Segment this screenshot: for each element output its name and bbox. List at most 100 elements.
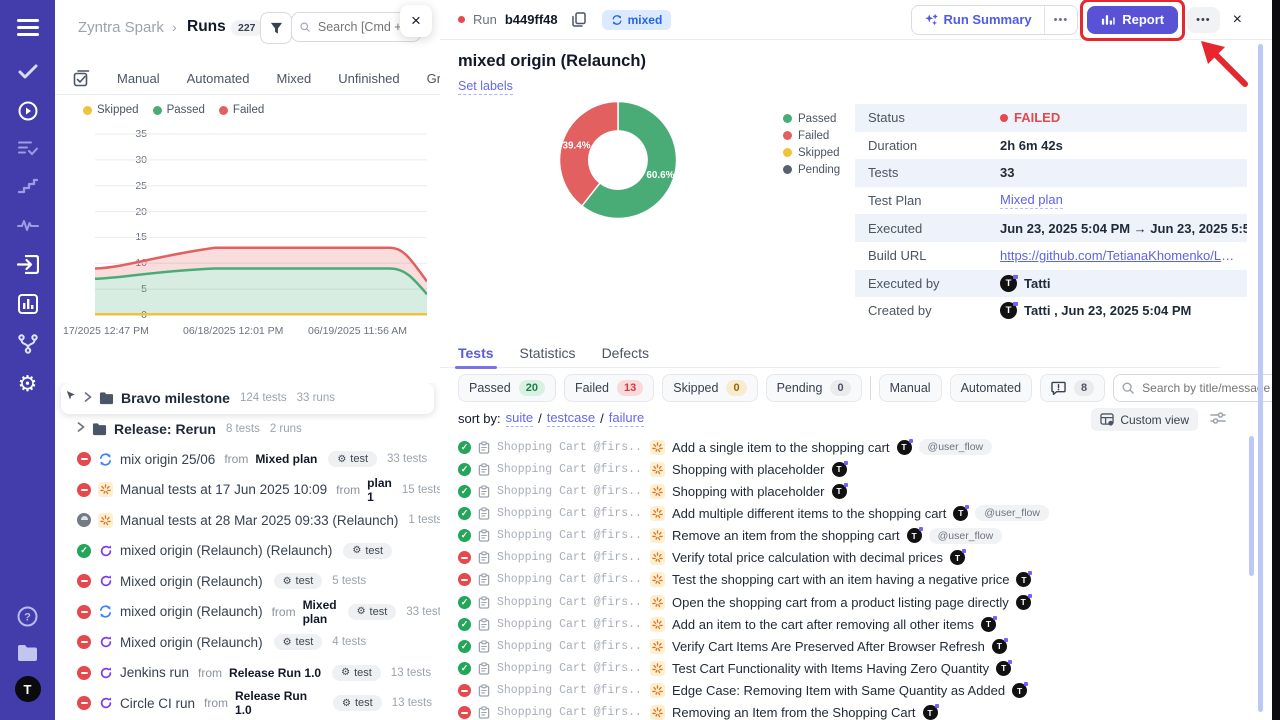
test-list-item[interactable]: Shopping Cart @firs...Verify Cart Items … bbox=[458, 635, 1220, 657]
test-list-item[interactable]: Shopping Cart @firs...Add a single item … bbox=[458, 436, 1220, 458]
copy-run-id-button[interactable] bbox=[572, 12, 586, 27]
run-list-item[interactable]: Bravo milestone124 tests33 runs bbox=[61, 383, 434, 414]
run-list-item[interactable]: Manual tests at 17 Jun 2025 10:09frompla… bbox=[55, 475, 440, 506]
run-list-item[interactable]: mixed origin (Relaunch) (Relaunch)⚙test bbox=[55, 536, 440, 567]
filter-skipped-button[interactable]: Skipped0 bbox=[662, 374, 757, 402]
tab-automated[interactable]: Automated bbox=[187, 71, 250, 86]
test-list-item[interactable]: Shopping Cart @firs...Shopping with plac… bbox=[458, 458, 1220, 480]
run-tag-pill: ⚙test bbox=[274, 634, 323, 650]
run-list-item[interactable]: Mixed origin (Relaunch)⚙test5 tests bbox=[55, 566, 440, 597]
user-avatar: T bbox=[1000, 302, 1017, 319]
detail-row-test-plan: Test PlanMixed plan bbox=[855, 187, 1247, 215]
run-list-item[interactable]: mixed origin (Relaunch)fromMixed plan⚙te… bbox=[55, 597, 440, 628]
detail-value: Mixed plan bbox=[1000, 192, 1063, 209]
test-list-item[interactable]: Shopping Cart @firs...Add an item to the… bbox=[458, 613, 1220, 635]
test-list-item[interactable]: Shopping Cart @firs...Open the shopping … bbox=[458, 591, 1220, 613]
tab-manual[interactable]: Manual bbox=[117, 71, 160, 86]
copy-icon bbox=[572, 12, 586, 27]
runs-search-input[interactable] bbox=[316, 19, 412, 35]
tasks-icon[interactable] bbox=[0, 64, 55, 80]
donut-legend-item-pending: Pending bbox=[783, 161, 840, 178]
x-tick: 06/18/2025 12:01 PM bbox=[183, 325, 283, 337]
steps-icon[interactable] bbox=[0, 178, 55, 194]
settings-icon[interactable]: ⚙ bbox=[0, 371, 55, 397]
run-list-item[interactable]: Circle CI runfromRelease Run 1.0⚙test13 … bbox=[55, 688, 440, 719]
set-labels-link[interactable]: Set labels bbox=[458, 79, 513, 95]
run-list-item[interactable]: Manual tests at 28 Mar 2025 09:33 (Relau… bbox=[55, 505, 440, 536]
sort-by-failure-link[interactable]: failure bbox=[609, 410, 644, 427]
run-summary-button[interactable]: Run Summary bbox=[912, 6, 1044, 34]
gear-icon: ⚙ bbox=[283, 637, 292, 648]
breadcrumb-project[interactable]: Zyntra Spark bbox=[78, 19, 164, 36]
detail-value: FAILED bbox=[1000, 110, 1060, 125]
test-list-item[interactable]: Shopping Cart @firs...Add multiple diffe… bbox=[458, 502, 1220, 524]
custom-view-button[interactable]: Custom view bbox=[1091, 408, 1198, 431]
tests-scrollbar[interactable] bbox=[1249, 436, 1254, 576]
help-icon[interactable]: ? bbox=[0, 606, 55, 627]
menu-icon[interactable] bbox=[0, 19, 55, 37]
run-list-item[interactable]: Mixed origin (Relaunch)⚙test4 tests bbox=[55, 627, 440, 658]
expand-chevron-icon[interactable] bbox=[84, 392, 92, 405]
test-suite-name: Shopping Cart @firs... bbox=[497, 662, 643, 675]
filter-automated-button[interactable]: Automated bbox=[950, 374, 1032, 402]
report-button[interactable]: Report bbox=[1087, 6, 1178, 34]
tab-mixed[interactable]: Mixed bbox=[277, 71, 312, 86]
tests-search-input[interactable] bbox=[1140, 380, 1272, 396]
panel-close-button[interactable]: × bbox=[400, 5, 432, 37]
expand-chevron-icon[interactable] bbox=[77, 422, 85, 435]
filter-pending-button[interactable]: Pending0 bbox=[766, 374, 862, 402]
tab-statistics[interactable]: Statistics bbox=[520, 345, 576, 361]
run-plan-name[interactable]: Mixed plan bbox=[255, 452, 317, 466]
filter-button[interactable] bbox=[260, 12, 292, 44]
panel-scrollbar[interactable] bbox=[1258, 44, 1263, 712]
run-plan-name[interactable]: Release Run 1.0 bbox=[229, 666, 321, 680]
select-all-icon[interactable] bbox=[73, 70, 90, 87]
run-list-item[interactable]: Jenkins runfromRelease Run 1.0⚙test13 te… bbox=[55, 658, 440, 689]
test-title: Verify Cart Items Are Preserved After Br… bbox=[672, 639, 985, 654]
build-url-link[interactable]: https://github.com/TetianaKhomenko/Load-… bbox=[1000, 248, 1238, 263]
close-run-detail-button[interactable]: × bbox=[1229, 9, 1246, 31]
sort-by-suite-link[interactable]: suite bbox=[506, 410, 533, 427]
detail-value: 2h 6m 42s bbox=[1000, 138, 1063, 153]
run-status-failed-icon bbox=[77, 666, 91, 680]
test-list-item[interactable]: Shopping Cart @firs...Remove an item fro… bbox=[458, 525, 1220, 547]
clipboard-icon bbox=[478, 551, 490, 564]
test-list-item[interactable]: Shopping Cart @firs...Edge Case: Removin… bbox=[458, 680, 1220, 702]
projects-icon[interactable] bbox=[0, 644, 55, 662]
tests-search[interactable] bbox=[1113, 374, 1280, 402]
run-plan-name[interactable]: Release Run 1.0 bbox=[235, 689, 322, 717]
view-settings-icon[interactable] bbox=[1210, 411, 1226, 430]
filter-manual-button[interactable]: Manual bbox=[879, 374, 942, 402]
tab-unfinished[interactable]: Unfinished bbox=[338, 71, 399, 86]
branches-icon[interactable] bbox=[0, 334, 55, 354]
test-list-item[interactable]: Shopping Cart @firs...Verify total price… bbox=[458, 547, 1220, 569]
user-avatar[interactable]: T bbox=[0, 676, 55, 702]
test-list-item[interactable]: Shopping Cart @firs...Test Cart Function… bbox=[458, 657, 1220, 679]
sort-by-testcase-link[interactable]: testcase bbox=[547, 410, 595, 427]
breadcrumb-section: Runs bbox=[187, 18, 226, 36]
run-summary-more-button[interactable]: ••• bbox=[1044, 6, 1078, 34]
test-plan-link[interactable]: Mixed plan bbox=[1000, 192, 1063, 209]
activity-icon[interactable] bbox=[0, 217, 55, 233]
run-tag-label: test bbox=[355, 697, 373, 709]
tab-tests[interactable]: Tests bbox=[458, 345, 494, 361]
more-actions-button[interactable]: ••• bbox=[1187, 7, 1220, 33]
run-list-item[interactable]: Release: Rerun8 tests2 runs bbox=[55, 414, 440, 445]
run-list-item[interactable]: mix origin 25/06fromMixed plan⚙test33 te… bbox=[55, 444, 440, 475]
tab-defects[interactable]: Defects bbox=[602, 345, 649, 361]
run-plan-name[interactable]: Mixed plan bbox=[303, 598, 337, 626]
sign-in-icon[interactable] bbox=[0, 255, 55, 274]
run-plan-name[interactable]: plan 1 bbox=[367, 476, 392, 504]
test-list-item[interactable]: Shopping Cart @firs...Removing an Item f… bbox=[458, 702, 1220, 720]
analytics-icon[interactable] bbox=[0, 294, 55, 314]
comments-filter-button[interactable]: 8 bbox=[1040, 374, 1105, 402]
test-list-item[interactable]: Shopping Cart @firs...Test the shopping … bbox=[458, 569, 1220, 591]
milestone-meta: 8 tests bbox=[226, 423, 260, 435]
runs-icon[interactable] bbox=[0, 101, 55, 121]
test-list-item[interactable]: Shopping Cart @firs...Shopping with plac… bbox=[458, 480, 1220, 502]
runs-panel-header: Zyntra Spark › Runs 227 × bbox=[55, 0, 440, 52]
checklist-icon[interactable] bbox=[0, 140, 55, 156]
filter-passed-button[interactable]: Passed20 bbox=[458, 374, 556, 402]
run-meta: 5 tests bbox=[332, 575, 366, 587]
filter-failed-button[interactable]: Failed13 bbox=[564, 374, 654, 402]
